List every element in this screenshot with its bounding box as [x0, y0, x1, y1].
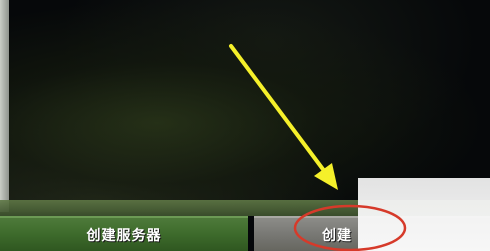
pointer-arrow-shaft [229, 44, 327, 174]
annotation-overlay [229, 44, 407, 251]
pointer-arrow-head [314, 163, 338, 190]
highlight-circle [293, 204, 407, 251]
